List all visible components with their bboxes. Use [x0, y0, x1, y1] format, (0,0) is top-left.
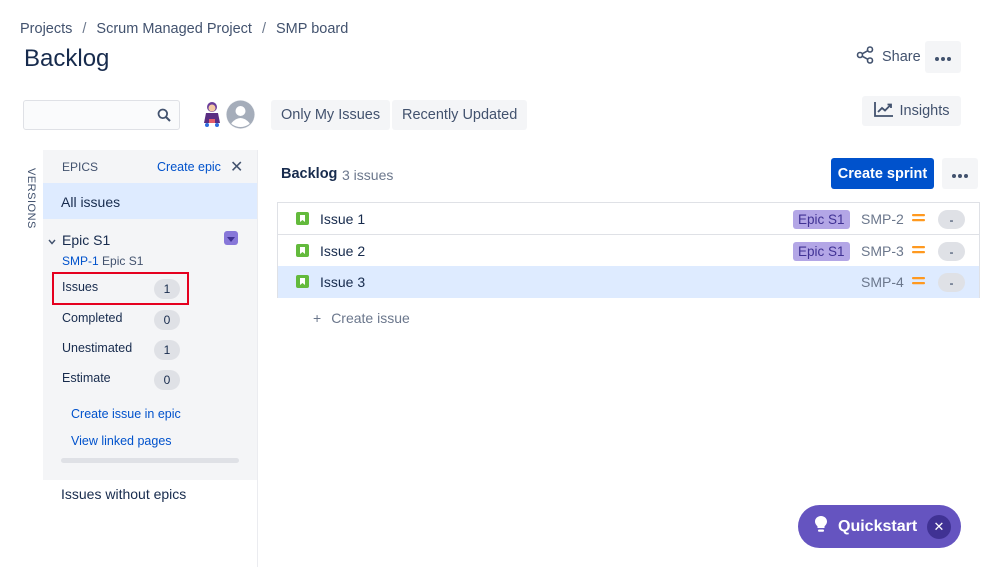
share-icon	[856, 46, 874, 68]
unassigned-avatar[interactable]	[224, 98, 257, 131]
backlog-more-button[interactable]	[942, 158, 978, 189]
recently-updated-filter[interactable]: Recently Updated	[392, 100, 528, 130]
epics-header: EPICS	[62, 160, 99, 174]
estimate-badge: -	[938, 210, 965, 229]
quickstart-button[interactable]: Quickstart ✕	[798, 505, 961, 548]
issue-summary: Issue 3	[320, 274, 366, 290]
issues-without-epics-item[interactable]: Issues without epics	[61, 486, 186, 502]
all-issues-item[interactable]: All issues	[43, 183, 257, 219]
create-epic-link[interactable]: Create epic	[157, 160, 221, 174]
plus-icon: +	[313, 310, 322, 326]
search-input[interactable]	[24, 101, 144, 129]
close-quickstart-icon[interactable]: ✕	[927, 515, 951, 539]
create-sprint-button[interactable]: Create sprint	[831, 158, 934, 189]
breadcrumb-project[interactable]: Scrum Managed Project	[96, 21, 252, 37]
quickstart-label: Quickstart	[838, 517, 918, 535]
breadcrumb-board[interactable]: SMP board	[276, 21, 348, 37]
story-icon	[296, 244, 309, 257]
stat-unestimated-badge: 1	[154, 340, 180, 360]
backlog-count: 3 issues	[342, 167, 394, 183]
epic-lozenge: Epic S1	[793, 210, 850, 229]
versions-tab[interactable]: VERSIONS	[25, 168, 37, 229]
epic-item[interactable]: Epic S1	[48, 232, 110, 248]
more-icon	[935, 48, 951, 66]
priority-medium-icon	[912, 243, 925, 255]
breadcrumb-separator: /	[261, 21, 266, 37]
estimate-badge: -	[938, 273, 965, 292]
estimate-badge: -	[938, 242, 965, 261]
issue-row[interactable]: Issue 1 Epic S1 SMP-2 -	[278, 203, 979, 235]
chevron-down-icon[interactable]	[48, 232, 56, 248]
issue-row[interactable]: Issue 2 Epic S1 SMP-3 -	[278, 235, 979, 267]
breadcrumb: Projects / Scrum Managed Project / SMP b…	[20, 21, 348, 37]
issue-summary: Issue 1	[320, 211, 366, 227]
highlight-annotation	[52, 272, 189, 305]
stat-unestimated-label: Unestimated	[62, 341, 133, 355]
create-issue-label: Create issue	[331, 310, 410, 326]
story-icon	[296, 275, 309, 288]
epic-lozenge: Epic S1	[793, 242, 850, 261]
more-actions-button[interactable]	[925, 41, 961, 73]
stat-estimate-badge: 0	[154, 370, 180, 390]
issue-key[interactable]: SMP-3	[861, 243, 904, 259]
view-linked-pages-link[interactable]: View linked pages	[71, 434, 172, 448]
stat-estimate-label: Estimate	[62, 371, 111, 385]
backlog-label: Backlog	[281, 166, 338, 182]
search-box	[23, 100, 180, 130]
search-icon[interactable]	[157, 108, 171, 127]
share-label: Share	[882, 49, 921, 65]
epic-progress-bar	[61, 458, 239, 463]
stat-completed-badge: 0	[154, 310, 180, 330]
share-button[interactable]: Share	[850, 42, 927, 72]
insights-button[interactable]: Insights	[862, 96, 961, 126]
story-icon	[296, 212, 309, 225]
issue-list: Issue 1 Epic S1 SMP-2 - Issue 2 Epic S1 …	[277, 202, 980, 298]
insights-label: Insights	[899, 103, 950, 119]
stat-completed-label: Completed	[62, 311, 123, 325]
epic-key-link[interactable]: SMP-1	[62, 254, 99, 268]
insights-icon	[873, 101, 894, 121]
more-icon	[952, 165, 968, 183]
page-title: Backlog	[24, 45, 110, 72]
panel-divider	[257, 150, 258, 567]
close-epic-panel-icon[interactable]: ✕	[230, 157, 243, 177]
priority-medium-icon	[912, 274, 925, 286]
issue-key[interactable]: SMP-4	[861, 274, 904, 290]
issue-key[interactable]: SMP-2	[861, 211, 904, 227]
caret-down-icon	[227, 229, 235, 247]
epic-key-line: SMP-1 Epic S1	[62, 254, 143, 268]
issue-summary: Issue 2	[320, 243, 366, 259]
epic-color-dropdown[interactable]	[224, 231, 238, 245]
create-issue-button[interactable]: + Create issue	[313, 310, 410, 326]
epic-title: Epic S1	[102, 254, 144, 268]
only-my-issues-filter[interactable]: Only My Issues	[271, 100, 391, 130]
breadcrumb-projects[interactable]: Projects	[20, 21, 72, 37]
user-avatar[interactable]	[198, 99, 226, 129]
breadcrumb-separator: /	[82, 21, 87, 37]
priority-medium-icon	[912, 211, 925, 223]
issue-row[interactable]: Issue 3 SMP-4 -	[278, 266, 979, 298]
lightbulb-icon	[814, 515, 828, 538]
create-issue-in-epic-link[interactable]: Create issue in epic	[71, 407, 181, 421]
epic-name: Epic S1	[62, 232, 111, 248]
